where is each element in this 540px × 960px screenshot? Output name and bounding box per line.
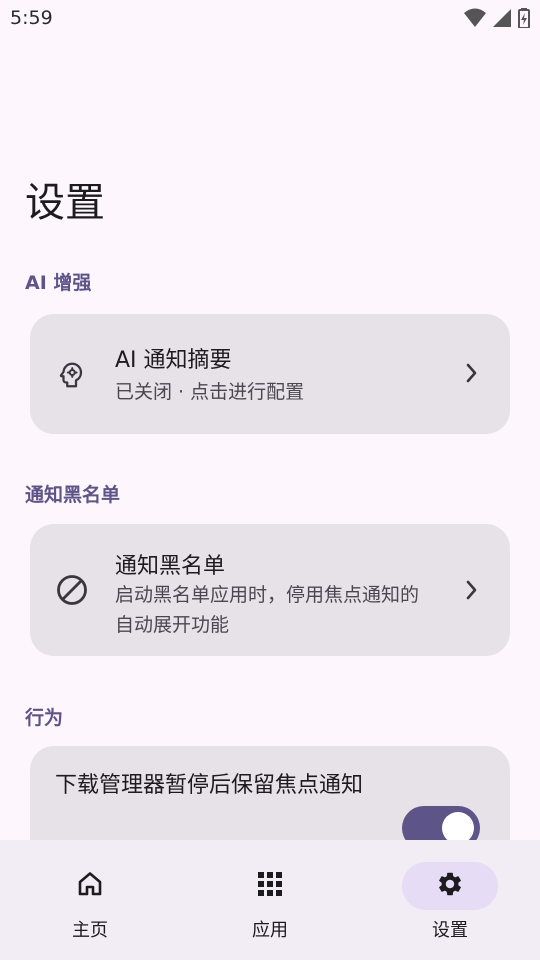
status-time: 5:59 xyxy=(10,7,53,29)
home-icon xyxy=(76,870,104,902)
section-header-behavior: 行为 xyxy=(25,707,64,729)
status-bar: 5:59 xyxy=(0,0,540,36)
section-header-ai: AI 增强 xyxy=(25,272,92,294)
ai-summary-card[interactable]: AI 通知摘要 已关闭 · 点击进行配置 xyxy=(30,314,510,434)
page-title: 设置 xyxy=(25,180,105,226)
apps-grid-icon xyxy=(256,870,284,902)
nav-item-home[interactable]: 主页 xyxy=(0,840,180,960)
keep-download-notification-label: 下载管理器暂停后保留焦点通知 xyxy=(55,773,364,798)
nav-item-settings[interactable]: 设置 xyxy=(360,840,540,960)
bottom-navigation: 主页 应用 设置 xyxy=(0,840,540,960)
wifi-icon xyxy=(464,8,486,32)
section-header-blacklist: 通知黑名单 xyxy=(25,484,121,506)
nav-item-apps[interactable]: 应用 xyxy=(180,840,360,960)
gear-icon xyxy=(436,870,464,902)
blacklist-title: 通知黑名单 xyxy=(115,554,226,579)
blacklist-subtitle: 启动黑名单应用时，停用焦点通知的自动展开功能 xyxy=(115,584,420,636)
nav-label-apps: 应用 xyxy=(252,920,288,941)
battery-icon xyxy=(518,8,530,32)
ai-summary-subtitle: 已关闭 · 点击进行配置 xyxy=(115,381,305,403)
chevron-right-icon xyxy=(466,579,478,605)
nav-label-settings: 设置 xyxy=(432,920,468,941)
status-icons xyxy=(464,8,530,32)
blacklist-card[interactable]: 通知黑名单 启动黑名单应用时，停用焦点通知的自动展开功能 xyxy=(30,524,510,656)
psychology-icon xyxy=(56,360,86,394)
chevron-right-icon xyxy=(466,362,478,388)
block-icon xyxy=(56,574,88,610)
signal-icon xyxy=(492,8,512,32)
ai-summary-title: AI 通知摘要 xyxy=(115,348,232,373)
nav-label-home: 主页 xyxy=(72,920,108,941)
